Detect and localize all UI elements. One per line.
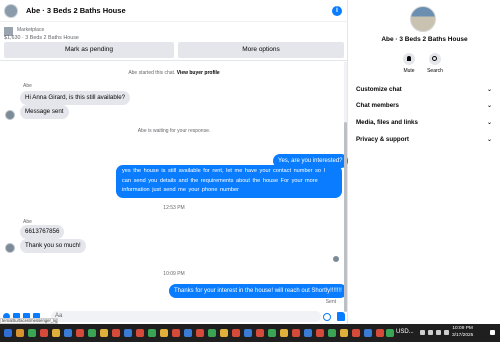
- chrome-icon[interactable]: [256, 329, 264, 337]
- chrome-icon[interactable]: [316, 329, 324, 337]
- mute-label: Mute: [403, 68, 415, 74]
- scrollbar-thumb[interactable]: [344, 122, 347, 312]
- listing-source: Marketplace: [17, 27, 45, 33]
- incoming-message[interactable]: Hi Anna Girard, is this still available?: [20, 91, 131, 105]
- section-media-files-links[interactable]: Media, files and links ⌄: [356, 119, 496, 126]
- chevron-down-icon: ⌄: [486, 137, 492, 143]
- chrome-icon[interactable]: [76, 329, 84, 337]
- chrome-icon[interactable]: [172, 329, 180, 337]
- chrome-icon[interactable]: [196, 329, 204, 337]
- listing-price-title[interactable]: $1,630 · 3 Beds 2 Baths House: [4, 35, 79, 41]
- taskbar-app-icon[interactable]: [268, 329, 276, 337]
- incoming-message[interactable]: Thank you so much!: [20, 239, 86, 253]
- search-button[interactable]: Search: [423, 53, 447, 74]
- volume-icon[interactable]: [436, 330, 441, 335]
- chrome-icon[interactable]: [136, 329, 144, 337]
- taskbar-app-icon[interactable]: [64, 329, 72, 337]
- outgoing-message[interactable]: Thanks for your interest in the house! w…: [169, 284, 347, 298]
- currency-icon[interactable]: [386, 329, 394, 337]
- taskbar-app-icon[interactable]: [208, 329, 216, 337]
- tray-chevron-icon[interactable]: [420, 330, 425, 335]
- incoming-message[interactable]: 6613767856: [20, 225, 65, 239]
- wifi-icon[interactable]: [428, 330, 433, 335]
- listing-photo[interactable]: [410, 6, 436, 32]
- chrome-icon[interactable]: [376, 329, 384, 337]
- chat-started-notice: Abe started this chat. View buyer profil…: [0, 70, 348, 76]
- section-customize-chat[interactable]: Customize chat ⌄: [356, 86, 496, 93]
- listing-avatar[interactable]: [4, 3, 18, 18]
- taskbar-app-icon[interactable]: [220, 329, 228, 337]
- panel-title: Abe · 3 Beds 2 Baths House: [381, 36, 468, 43]
- chevron-down-icon: ⌄: [486, 87, 492, 93]
- notification-icon[interactable]: [490, 330, 495, 335]
- info-icon[interactable]: i: [332, 6, 342, 16]
- taskbar-app-icon[interactable]: [160, 329, 168, 337]
- section-label: Customize chat: [356, 86, 402, 93]
- listing-bar: Marketplace $1,630 · 3 Beds 2 Baths Hous…: [0, 23, 348, 61]
- taskbar-app-icon[interactable]: [184, 329, 192, 337]
- sent-status: Sent: [325, 299, 336, 305]
- currency-widget[interactable]: USD...: [396, 329, 414, 335]
- taskbar-app-icon[interactable]: [52, 329, 60, 337]
- messenger-window: Abe · 3 Beds 2 Baths House i Marketplace…: [0, 0, 500, 342]
- outgoing-message[interactable]: yes the house is still available for ren…: [116, 165, 342, 198]
- section-label: Chat members: [356, 102, 399, 109]
- mute-button[interactable]: Mute: [397, 53, 421, 74]
- start-icon[interactable]: [4, 329, 12, 337]
- taskbar-clock[interactable]: 10:09 PM 3/17/2025: [452, 326, 473, 339]
- chrome-icon[interactable]: [292, 329, 300, 337]
- chevron-down-icon: ⌄: [486, 120, 492, 126]
- emoji-icon[interactable]: [323, 313, 331, 321]
- message-input[interactable]: Aa: [51, 311, 321, 322]
- waiting-notice: Abe is waiting for your response.: [137, 128, 211, 134]
- windows-taskbar: USD... 10:09 PM 3/17/2025: [0, 324, 500, 342]
- taskbar-app-icon[interactable]: [16, 329, 24, 337]
- taskbar-app-icon[interactable]: [244, 329, 252, 337]
- timestamp: 10:09 PM: [163, 271, 185, 277]
- bell-icon: [407, 56, 411, 61]
- section-label: Media, files and links: [356, 119, 418, 126]
- taskbar-app-icon[interactable]: [280, 329, 288, 337]
- taskbar-app-icon[interactable]: [100, 329, 108, 337]
- view-buyer-profile-link[interactable]: View buyer profile: [177, 70, 220, 76]
- section-label: Privacy & support: [356, 136, 409, 143]
- taskbar-app-icon[interactable]: [40, 329, 48, 337]
- more-options-button[interactable]: More options: [178, 42, 344, 58]
- taskbar-app-icon[interactable]: [340, 329, 348, 337]
- message-list: Abe started this chat. View buyer profil…: [0, 62, 348, 310]
- chrome-icon[interactable]: [352, 329, 360, 337]
- taskbar-app-icon[interactable]: [124, 329, 132, 337]
- chat-title[interactable]: Abe · 3 Beds 2 Baths House: [26, 6, 126, 15]
- chrome-icon[interactable]: [232, 329, 240, 337]
- search-icon: [432, 56, 437, 61]
- mark-as-pending-button[interactable]: Mark as pending: [4, 42, 174, 58]
- clock-time: 10:09 PM: [452, 326, 473, 331]
- taskbar-app-icon[interactable]: [148, 329, 156, 337]
- section-chat-members[interactable]: Chat members ⌄: [356, 102, 496, 109]
- read-receipt-avatar: [333, 256, 339, 262]
- search-label: Search: [427, 68, 443, 74]
- chat-started-text: Abe started this chat.: [128, 70, 176, 76]
- taskbar-app-icon[interactable]: [328, 329, 336, 337]
- sender-avatar[interactable]: [5, 243, 15, 253]
- chevron-down-icon: ⌄: [486, 103, 492, 109]
- chat-pane: Abe · 3 Beds 2 Baths House i Marketplace…: [0, 0, 348, 324]
- incoming-message[interactable]: Message sent: [20, 105, 69, 119]
- conversation-info-panel: Abe · 3 Beds 2 Baths House Mute Search C…: [349, 0, 500, 324]
- taskbar-app-icon[interactable]: [28, 329, 36, 337]
- taskbar-app-icon[interactable]: [88, 329, 96, 337]
- chrome-icon[interactable]: [112, 329, 120, 337]
- chat-scrollbar[interactable]: [344, 62, 347, 312]
- chat-header: Abe · 3 Beds 2 Baths House i: [0, 0, 348, 22]
- section-privacy-support[interactable]: Privacy & support ⌄: [356, 136, 496, 143]
- timestamp: 12:53 PM: [163, 205, 185, 211]
- clock-date: 3/17/2025: [452, 332, 474, 338]
- battery-icon[interactable]: [444, 330, 449, 335]
- taskbar-app-icon[interactable]: [304, 329, 312, 337]
- thumbs-up-icon[interactable]: [337, 312, 345, 321]
- sender-name: Abe: [23, 83, 32, 89]
- sender-avatar[interactable]: [5, 110, 15, 120]
- taskbar-app-icon[interactable]: [364, 329, 372, 337]
